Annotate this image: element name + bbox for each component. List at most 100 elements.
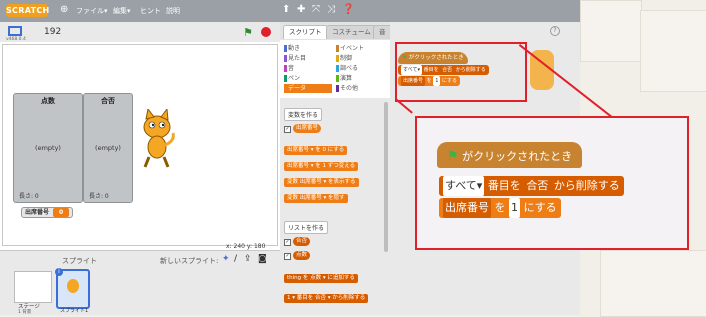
stage-thumbnail[interactable] bbox=[14, 271, 52, 303]
new-sprite-label: 新しいスプライト: bbox=[160, 257, 219, 265]
make-list-button[interactable]: リストを作る bbox=[284, 221, 329, 234]
category-events[interactable]: イベント bbox=[336, 44, 364, 53]
duplicate-icon[interactable]: ⬆ bbox=[282, 4, 290, 15]
mouse-coords: x: 240 y: 180 bbox=[226, 243, 265, 250]
version-label: v468.0.4 bbox=[6, 37, 26, 42]
make-variable-button[interactable]: 変数を作る bbox=[284, 108, 323, 121]
block-categories: 動き イベント 見た目 制御 音 調べる ペン 演算 データ その他 bbox=[280, 40, 390, 98]
category-looks[interactable]: 見た目 bbox=[284, 54, 306, 63]
list-dropdown[interactable]: 合否 bbox=[524, 176, 551, 196]
list-monitor-passfail[interactable]: 合否 (empty) 長さ: 0 bbox=[83, 93, 133, 203]
variable-name: 出席番号 bbox=[25, 209, 50, 216]
variable-value: 0 bbox=[53, 208, 70, 217]
fullscreen-icon[interactable] bbox=[8, 26, 22, 36]
sprite-pane: スプライト 新しいスプライト: ✦ / ⇪ ◙ ステージ 1 背景 i スプライ… bbox=[0, 250, 280, 315]
sprite-thumbnail[interactable]: i bbox=[55, 268, 90, 309]
variable-reporter[interactable]: 出席番号 bbox=[293, 124, 322, 133]
tab-bar: スクリプト コスチューム 音 bbox=[280, 22, 392, 40]
globe-icon[interactable]: ⊕ bbox=[60, 4, 68, 15]
zoom-callout: ⚑ がクリックされたとき すべて▾ 番目を 合否 から削除する 出席番号 を 1… bbox=[415, 116, 689, 250]
category-label: その他 bbox=[340, 85, 359, 92]
upload-icon[interactable]: ⇪ bbox=[244, 254, 252, 264]
list-title: 点数 bbox=[41, 97, 55, 105]
tab-costumes[interactable]: コスチューム bbox=[326, 25, 377, 39]
hat-block-zoom[interactable]: ⚑ がクリックされたとき bbox=[437, 142, 583, 168]
variable-monitor[interactable]: 出席番号 0 bbox=[21, 207, 74, 218]
change-variable-block[interactable]: 出席番号 ▾ を 1 ずつ変える bbox=[284, 162, 359, 171]
list-length: 長さ: 0 bbox=[89, 193, 109, 200]
bg-tile bbox=[580, 0, 642, 62]
menu-edit[interactable]: 編集▾ bbox=[113, 6, 131, 16]
info-icon[interactable]: i bbox=[55, 268, 63, 276]
list-reporter[interactable]: 点数 bbox=[293, 251, 311, 260]
set-value-slot[interactable]: 1 bbox=[509, 198, 520, 218]
coord-x-label: x: bbox=[226, 243, 232, 250]
shrink-icon[interactable]: ⤨ bbox=[327, 4, 335, 15]
category-control[interactable]: 制御 bbox=[336, 54, 352, 63]
category-pen[interactable]: ペン bbox=[284, 74, 300, 83]
delete-index-slot[interactable]: すべて▾ bbox=[443, 176, 485, 196]
list-checkbox[interactable]: ✓ bbox=[284, 253, 291, 260]
highlight-box bbox=[395, 42, 527, 102]
category-operators[interactable]: 演算 bbox=[336, 74, 352, 83]
green-flag-icon: ⚑ bbox=[447, 149, 459, 164]
category-label: 動き bbox=[288, 45, 301, 52]
scratch-cat-sprite[interactable] bbox=[137, 109, 177, 169]
list-monitor-scores[interactable]: 点数 (empty) 長さ: 0 bbox=[13, 93, 83, 203]
menu-bar: SCRATCH ⊕ ファイル▾ 編集▾ ヒント 説明 ⬆ ✚ ⤧ ⤨ ❓ bbox=[0, 0, 580, 22]
bg-tile bbox=[600, 250, 706, 317]
category-label: データ bbox=[288, 85, 307, 92]
delete-mid-label: 番目を bbox=[487, 179, 521, 192]
green-flag-icon[interactable]: ⚑ bbox=[243, 26, 253, 39]
add-to-list-block[interactable]: thing を 点数 ▾ に追加する bbox=[284, 274, 358, 283]
list-title: 合否 bbox=[101, 97, 115, 105]
stop-icon[interactable] bbox=[261, 27, 271, 37]
hide-variable-block[interactable]: 変数 出席番号 ▾ を隠す bbox=[284, 194, 348, 203]
coord-y-label: y: bbox=[246, 243, 253, 250]
tab-scripts[interactable]: スクリプト bbox=[283, 25, 328, 39]
category-label: ペン bbox=[288, 75, 301, 82]
delete-block-zoom[interactable]: すべて▾ 番目を 合否 から削除する bbox=[439, 176, 624, 196]
category-label: 調べる bbox=[340, 65, 359, 72]
set-block-zoom[interactable]: 出席番号 を 1 にする bbox=[439, 198, 561, 218]
show-variable-block[interactable]: 変数 出席番号 ▾ を表示する bbox=[284, 178, 359, 187]
category-label: 演算 bbox=[340, 75, 353, 82]
stage[interactable]: 点数 (empty) 長さ: 0 合否 (empty) 長さ: 0 出席番号 0 bbox=[2, 44, 278, 246]
sprite-library-icon[interactable]: ✦ bbox=[222, 254, 230, 264]
list-reporter[interactable]: 合否 bbox=[293, 237, 311, 246]
delete-suffix-label: から削除する bbox=[553, 179, 620, 192]
delete-from-list-block[interactable]: 1 ▾ 番目を 合否 ▾ から削除する bbox=[284, 294, 369, 303]
sprite-name: スプライト1 bbox=[60, 308, 89, 314]
coord-x: 240 bbox=[233, 243, 245, 250]
variable-dropdown[interactable]: 出席番号 bbox=[443, 198, 491, 218]
category-data[interactable]: データ bbox=[284, 84, 332, 93]
sprites-label: スプライト bbox=[62, 257, 97, 265]
stage-header: 192 v468.0.4 ⚑ bbox=[0, 22, 280, 42]
paint-brush-icon[interactable]: / bbox=[234, 254, 237, 264]
category-label: 音 bbox=[288, 65, 295, 72]
camera-icon[interactable]: ◙ bbox=[258, 254, 267, 264]
bg-tile bbox=[640, 10, 706, 92]
tab-sounds[interactable]: 音 bbox=[373, 25, 392, 39]
menu-file[interactable]: ファイル▾ bbox=[76, 6, 108, 16]
category-label: イベント bbox=[340, 45, 365, 52]
category-label: 制御 bbox=[340, 55, 353, 62]
list-checkbox[interactable]: ✓ bbox=[284, 239, 291, 246]
menu-about[interactable]: 説明 bbox=[166, 6, 180, 16]
menu-tips[interactable]: ヒント bbox=[140, 6, 161, 16]
scratch-logo[interactable]: SCRATCH bbox=[6, 4, 49, 17]
list-empty: (empty) bbox=[35, 144, 61, 152]
grow-icon[interactable]: ⤧ bbox=[312, 4, 320, 15]
list-length: 長さ: 0 bbox=[19, 193, 39, 200]
cut-icon[interactable]: ✚ bbox=[297, 4, 305, 15]
help-icon[interactable]: ❓ bbox=[342, 4, 354, 15]
category-sound[interactable]: 音 bbox=[284, 64, 294, 73]
set-variable-block[interactable]: 出席番号 ▾ を 0 にする bbox=[284, 146, 348, 155]
project-title[interactable]: 192 bbox=[44, 27, 61, 37]
category-motion[interactable]: 動き bbox=[284, 44, 300, 53]
help-icon[interactable]: ? bbox=[550, 26, 560, 36]
category-more[interactable]: その他 bbox=[336, 84, 358, 93]
palette-scrollbar[interactable] bbox=[384, 102, 388, 252]
variable-checkbox[interactable]: ✓ bbox=[284, 126, 291, 133]
category-sensing[interactable]: 調べる bbox=[336, 64, 358, 73]
